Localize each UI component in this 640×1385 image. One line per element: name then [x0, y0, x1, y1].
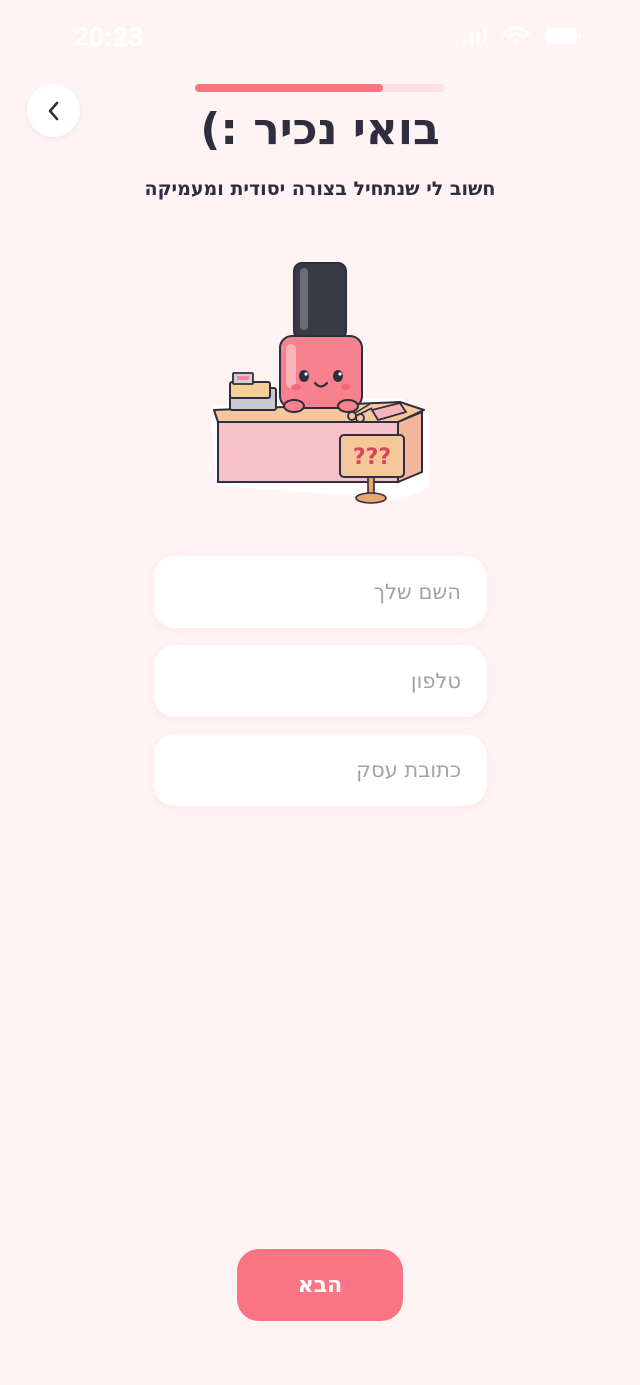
status-bar: 20:23 — [0, 0, 640, 78]
phone-field[interactable] — [153, 645, 487, 717]
page-title: בואי נכיר :) — [200, 104, 440, 155]
name-field[interactable] — [153, 556, 487, 628]
business-address-input[interactable] — [153, 734, 487, 806]
phone-input[interactable] — [153, 645, 487, 717]
status-icons — [462, 26, 582, 46]
battery-icon — [545, 28, 581, 44]
signal-icon — [462, 28, 487, 45]
page-subtitle: חשוב לי שנתחיל בצורה יסודית ומעמיקה — [144, 178, 496, 200]
progress-fill — [195, 84, 383, 92]
sign-text: ??? — [353, 445, 391, 470]
business-address-field[interactable] — [153, 734, 487, 806]
progress-bar — [195, 84, 445, 92]
nail-polish-bottle — [279, 262, 363, 413]
wifi-icon — [502, 26, 530, 45]
nail-polish-mascot-illustration: ??? — [210, 262, 429, 504]
name-input[interactable] — [153, 556, 487, 628]
status-time: 20:23 — [74, 22, 144, 52]
cash-register — [229, 372, 277, 411]
next-button[interactable]: הבא — [237, 1249, 403, 1321]
